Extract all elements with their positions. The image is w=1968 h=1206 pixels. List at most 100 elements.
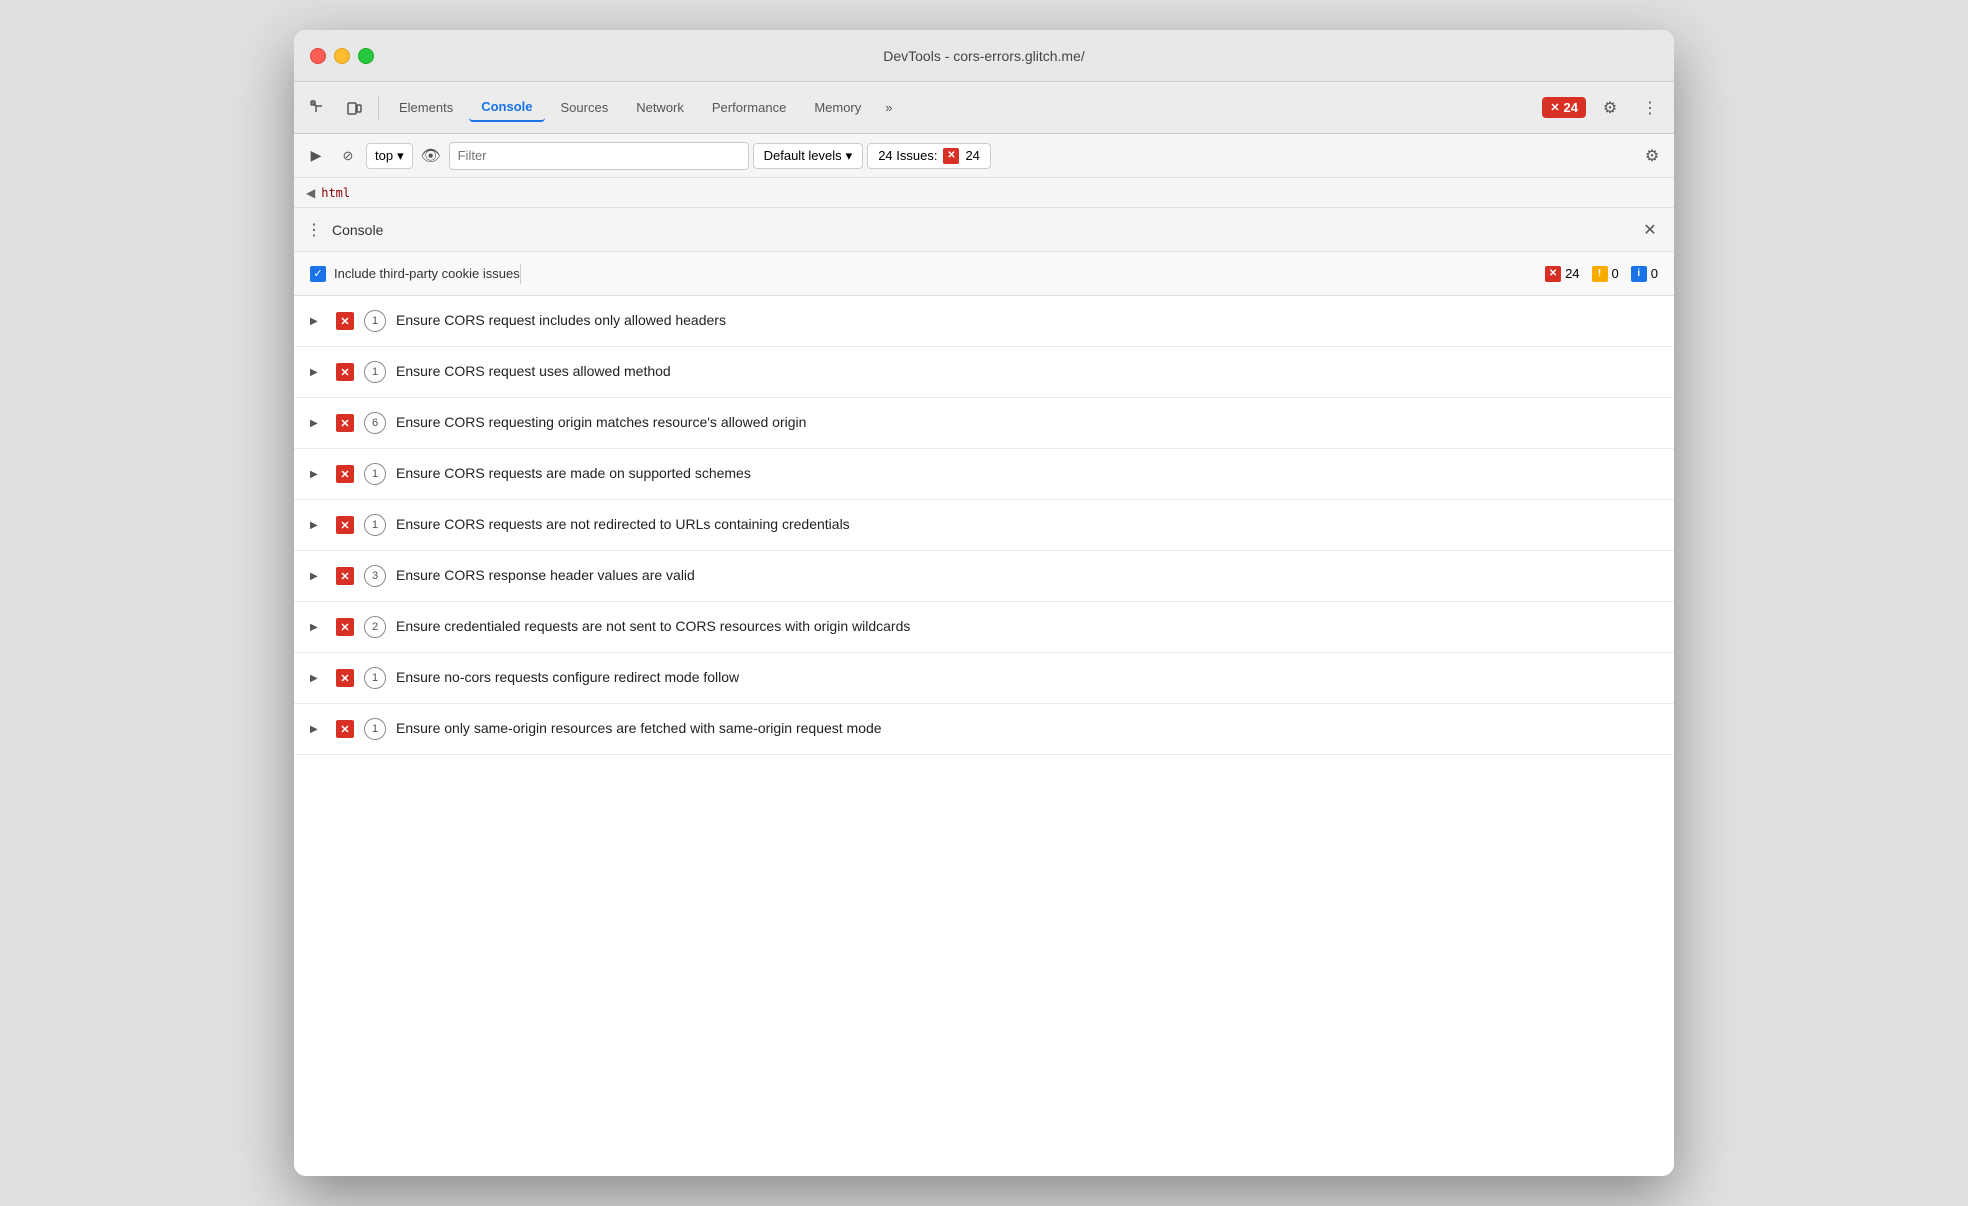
expand-arrow-icon: ▶ — [310, 418, 326, 429]
issue-error-icon: ✕ — [336, 363, 354, 381]
breadcrumb-arrow-icon: ◀ — [306, 186, 315, 200]
window-title: DevTools - cors-errors.glitch.me/ — [883, 48, 1085, 64]
issue-error-icon: ✕ — [336, 567, 354, 585]
issue-error-icon: ✕ — [336, 720, 354, 738]
issues-text-label: 24 Issues: — [878, 148, 937, 163]
issues-error-icon: ✕ — [943, 148, 959, 164]
issue-count-badge: 1 — [364, 361, 386, 383]
issue-text: Ensure CORS request includes only allowe… — [396, 311, 726, 331]
inspect-element-button[interactable] — [302, 92, 334, 124]
error-count-item: ✕ 24 — [1545, 266, 1579, 282]
expand-arrow-icon: ▶ — [310, 520, 326, 531]
issue-count-badge: 1 — [364, 667, 386, 689]
drawer-title: Console — [332, 222, 383, 238]
drawer-header: ⋮ Console ✕ — [294, 208, 1674, 252]
info-count-icon: i — [1631, 266, 1647, 282]
tab-network[interactable]: Network — [624, 94, 696, 121]
context-selector[interactable]: top ▾ — [366, 143, 413, 169]
issue-row[interactable]: ▶ ✕ 1 Ensure CORS request uses allowed m… — [294, 347, 1674, 398]
settings-button[interactable]: ⚙ — [1594, 92, 1626, 124]
issues-header: ✓ Include third-party cookie issues ✕ 24… — [294, 252, 1674, 296]
context-label: top — [375, 148, 393, 163]
drawer-menu-icon[interactable]: ⋮ — [306, 220, 322, 240]
issue-count-badge: 1 — [364, 463, 386, 485]
minimize-button[interactable] — [334, 48, 350, 64]
tab-console[interactable]: Console — [469, 93, 544, 122]
issue-text: Ensure credentialed requests are not sen… — [396, 617, 910, 637]
info-count-item: i 0 — [1631, 266, 1658, 282]
issue-row[interactable]: ▶ ✕ 1 Ensure CORS requests are made on s… — [294, 449, 1674, 500]
issue-count-badge: 6 — [364, 412, 386, 434]
issue-text: Ensure only same-origin resources are fe… — [396, 719, 882, 739]
title-bar: DevTools - cors-errors.glitch.me/ — [294, 30, 1674, 82]
error-count-badge[interactable]: ✕ 24 — [1542, 97, 1586, 118]
block-url-button[interactable]: ⊘ — [334, 142, 362, 170]
issue-text: Ensure no-cors requests configure redire… — [396, 668, 739, 688]
breadcrumb-html-tag[interactable]: html — [321, 186, 350, 200]
issue-error-icon: ✕ — [336, 669, 354, 687]
issue-text: Ensure CORS response header values are v… — [396, 566, 695, 586]
issue-error-icon: ✕ — [336, 465, 354, 483]
expand-arrow-icon: ▶ — [310, 367, 326, 378]
info-count-number: 0 — [1651, 266, 1658, 281]
fullscreen-button[interactable] — [358, 48, 374, 64]
error-count-icon: ✕ — [1545, 266, 1561, 282]
more-tabs-button[interactable]: » — [877, 96, 900, 119]
expand-arrow-icon: ▶ — [310, 571, 326, 582]
issue-text: Ensure CORS request uses allowed method — [396, 362, 671, 382]
main-content: ⋮ Console ✕ ✓ Include third-party cookie… — [294, 208, 1674, 1176]
eye-button[interactable]: 👁 — [417, 142, 445, 170]
issue-count-badge: 3 — [364, 565, 386, 587]
issue-row[interactable]: ▶ ✕ 6 Ensure CORS requesting origin matc… — [294, 398, 1674, 449]
issue-text: Ensure CORS requests are made on support… — [396, 464, 751, 484]
devtools-window: DevTools - cors-errors.glitch.me/ Elemen… — [294, 30, 1674, 1176]
checkbox-checked-icon: ✓ — [310, 266, 326, 282]
clear-console-button[interactable]: ▶ — [302, 142, 330, 170]
expand-arrow-icon: ▶ — [310, 724, 326, 735]
issue-row[interactable]: ▶ ✕ 1 Ensure no-cors requests configure … — [294, 653, 1674, 704]
issue-error-icon: ✕ — [336, 618, 354, 636]
tab-elements[interactable]: Elements — [387, 94, 465, 121]
error-count-label: 24 — [1564, 100, 1578, 115]
traffic-lights — [310, 48, 374, 64]
error-icon-small: ✕ — [1550, 101, 1559, 114]
separator-1 — [378, 96, 379, 120]
tab-memory[interactable]: Memory — [802, 94, 873, 121]
close-button[interactable] — [310, 48, 326, 64]
expand-arrow-icon: ▶ — [310, 673, 326, 684]
issue-text: Ensure CORS requests are not redirected … — [396, 515, 850, 535]
issue-text: Ensure CORS requesting origin matches re… — [396, 413, 806, 433]
error-count-number: 24 — [1565, 266, 1579, 281]
issue-count-badge: 1 — [364, 718, 386, 740]
tab-performance[interactable]: Performance — [700, 94, 798, 121]
issues-number-label: 24 — [965, 148, 979, 163]
toolbar-right: ✕ 24 ⚙ ⋮ — [1542, 92, 1666, 124]
warning-count-number: 0 — [1612, 266, 1619, 281]
drawer-close-button[interactable]: ✕ — [1638, 218, 1662, 242]
issue-row[interactable]: ▶ ✕ 1 Ensure CORS request includes only … — [294, 296, 1674, 347]
third-party-cookie-checkbox[interactable]: ✓ Include third-party cookie issues — [310, 266, 520, 282]
tab-sources[interactable]: Sources — [549, 94, 621, 121]
expand-arrow-icon: ▶ — [310, 469, 326, 480]
checkbox-label-text: Include third-party cookie issues — [334, 266, 520, 281]
levels-dropdown-icon: ▾ — [846, 148, 853, 164]
issue-count-badge: 1 — [364, 310, 386, 332]
filter-input[interactable] — [449, 142, 749, 170]
device-mode-button[interactable] — [338, 92, 370, 124]
issue-row[interactable]: ▶ ✕ 1 Ensure only same-origin resources … — [294, 704, 1674, 755]
levels-label: Default levels — [764, 148, 842, 163]
expand-arrow-icon: ▶ — [310, 316, 326, 327]
issue-error-icon: ✕ — [336, 414, 354, 432]
log-levels-button[interactable]: Default levels ▾ — [753, 143, 864, 169]
issue-row[interactable]: ▶ ✕ 1 Ensure CORS requests are not redir… — [294, 500, 1674, 551]
tab-bar: Elements Console Sources Network Perform… — [294, 82, 1674, 134]
breadcrumb-bar: ◀ html — [294, 178, 1674, 208]
issue-row[interactable]: ▶ ✕ 2 Ensure credentialed requests are n… — [294, 602, 1674, 653]
issues-count-button[interactable]: 24 Issues: ✕ 24 — [867, 143, 991, 169]
issue-row[interactable]: ▶ ✕ 3 Ensure CORS response header values… — [294, 551, 1674, 602]
dropdown-arrow-icon: ▾ — [397, 148, 404, 164]
warning-count-item: ! 0 — [1592, 266, 1619, 282]
issue-count-badge: 1 — [364, 514, 386, 536]
console-settings-button[interactable]: ⚙ — [1638, 142, 1666, 170]
more-options-button[interactable]: ⋮ — [1634, 92, 1666, 124]
